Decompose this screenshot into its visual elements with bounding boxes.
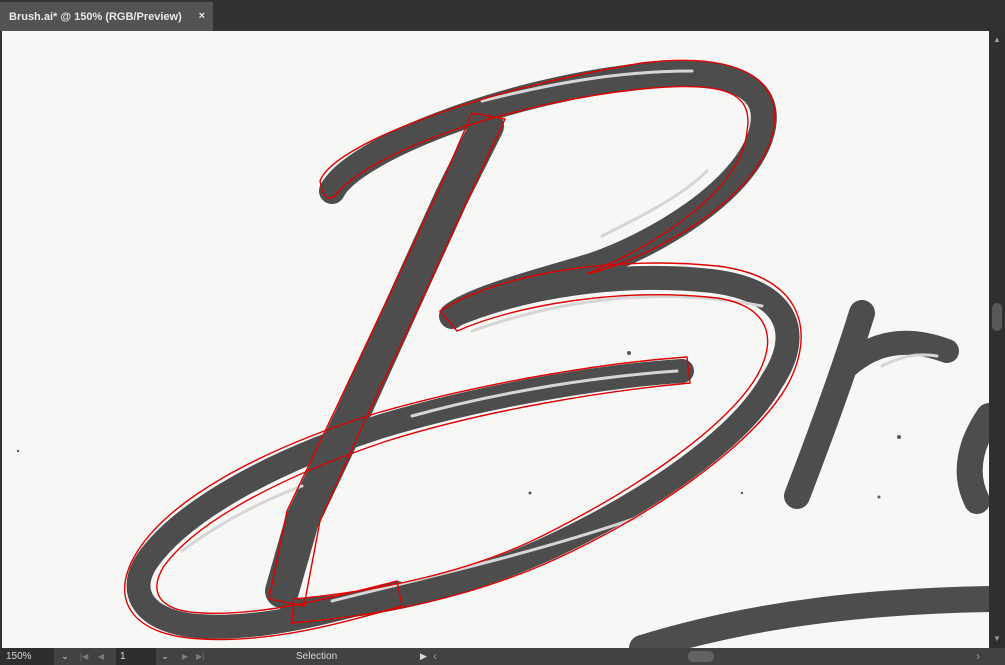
previous-page-icon[interactable]: ◀ — [98, 648, 104, 665]
page-dropdown-icon[interactable]: ⌄ — [158, 648, 172, 665]
brush-ink-strokes — [126, 60, 989, 648]
r-stem-stroke — [784, 300, 875, 509]
horizontal-scroll-thumb[interactable] — [688, 651, 714, 662]
scroll-right-icon[interactable]: › — [976, 648, 980, 665]
document-tab-title: Brush.ai* @ 150% (RGB/Preview) — [9, 10, 182, 23]
document-tab[interactable]: Brush.ai* @ 150% (RGB/Preview) × — [0, 2, 213, 31]
document-tab-bar: Brush.ai* @ 150% (RGB/Preview) × — [0, 0, 1005, 31]
scroll-up-icon[interactable]: ▲ — [989, 33, 1005, 47]
b-middle-arc-stroke — [280, 265, 800, 623]
zoom-level-field[interactable]: 150% — [0, 648, 54, 665]
last-page-icon[interactable]: ▶| — [196, 648, 204, 665]
r-arm-stroke — [830, 330, 959, 383]
artboard-canvas[interactable] — [2, 31, 989, 648]
next-page-icon[interactable]: ▶ — [182, 648, 188, 665]
play-icon[interactable]: ▶ — [420, 648, 427, 665]
close-icon[interactable]: × — [199, 10, 205, 22]
u-partial-stroke — [956, 403, 989, 514]
scroll-down-icon[interactable]: ▼ — [989, 632, 1005, 646]
scroll-left-icon[interactable]: ‹ — [433, 648, 437, 665]
b-stem-stroke — [265, 109, 504, 608]
first-page-icon[interactable]: |◀ — [80, 648, 88, 665]
status-bar: 150% ⌄ |◀ ◀ 1 ⌄ ▶ ▶| Selection ▶ ‹ › — [0, 648, 1005, 665]
vertical-scrollbar[interactable]: ▲ ▼ — [989, 31, 1005, 648]
vertical-scroll-thumb[interactable] — [992, 303, 1002, 331]
current-tool-label: Selection — [296, 651, 338, 662]
chevron-down-icon[interactable]: ⌄ — [58, 648, 72, 665]
brush-lettering-artwork[interactable] — [2, 31, 989, 648]
underline-stroke — [629, 586, 989, 648]
page-number-field[interactable]: 1 — [116, 648, 156, 665]
